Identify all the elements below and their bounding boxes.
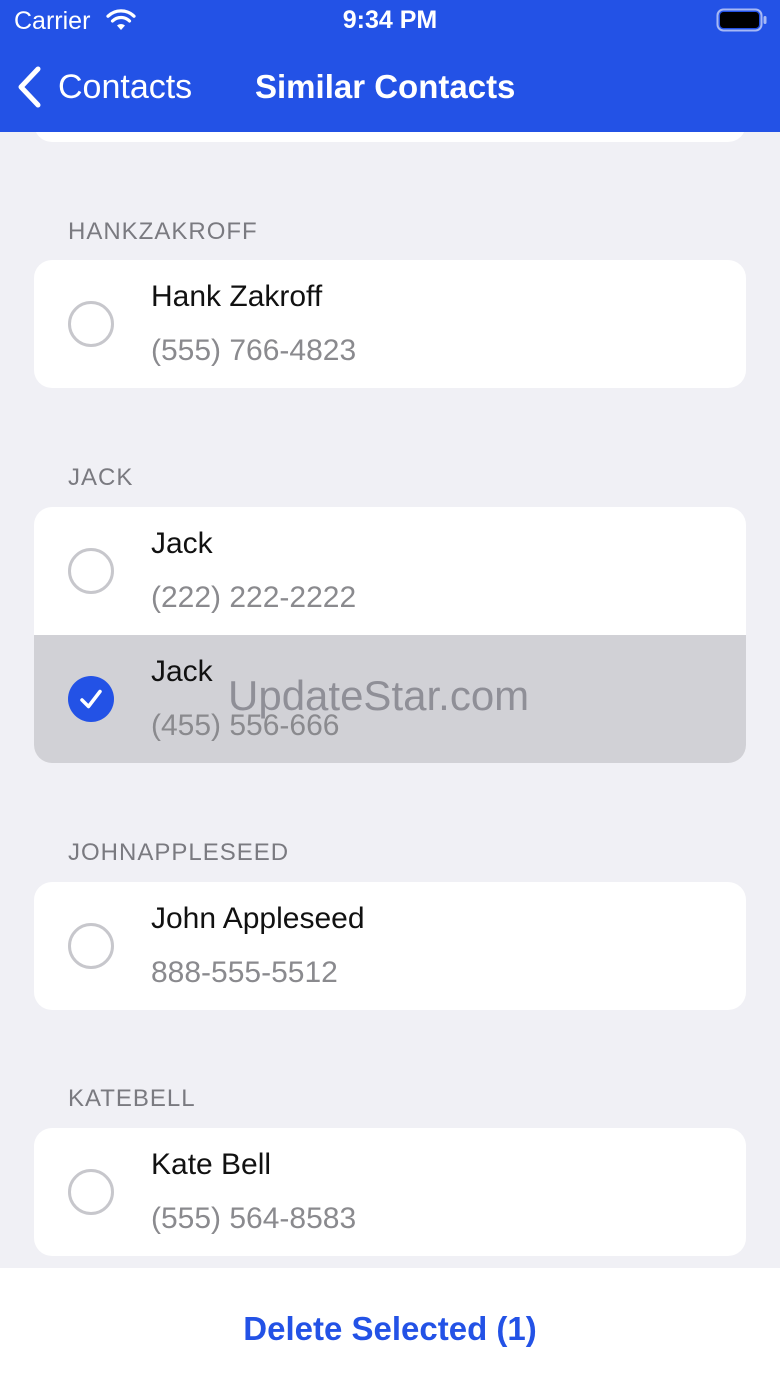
contact-name: John Appleseed [151, 902, 365, 935]
contact-phone: (555) 766-4823 [151, 334, 357, 367]
contact-group-card: Jack (222) 222-2222 Jack (455) 556-666 [34, 507, 746, 763]
similar-contacts-screen: Carrier 9:34 PM Contacts Similar Contact… [0, 0, 780, 1387]
back-button-label: Contacts [58, 67, 193, 106]
navigation-header: Carrier 9:34 PM Contacts Similar Contact… [0, 0, 780, 132]
unselected-radio-icon[interactable] [68, 548, 114, 594]
contact-name: Hank Zakroff [151, 280, 323, 313]
footer-toolbar: Delete Selected (1) [0, 1268, 780, 1387]
contact-row-selected[interactable]: Jack (455) 556-666 [34, 635, 746, 763]
checkmark-icon [80, 689, 102, 709]
status-time: 9:34 PM [342, 6, 438, 34]
contacts-list[interactable]: HANKZAKROFF Hank Zakroff (555) 766-4823 … [0, 132, 780, 1268]
checkmark-radio-icon[interactable] [68, 676, 114, 722]
unselected-radio-icon[interactable] [68, 1169, 114, 1215]
section-header: KATEBELL [68, 1085, 196, 1112]
status-bar: Carrier 9:34 PM [0, 0, 780, 44]
contact-row[interactable]: Hank Zakroff (555) 766-4823 [34, 260, 746, 388]
back-button[interactable]: Contacts [14, 62, 192, 112]
contact-phone: 888-555-5512 [151, 956, 338, 989]
contact-phone: (222) 222-2222 [151, 581, 357, 614]
contact-name: Kate Bell [151, 1148, 272, 1181]
section-header: JACK [68, 464, 134, 491]
battery-icon [716, 8, 767, 32]
section-header: HANKZAKROFF [68, 218, 258, 245]
previous-card-edge [34, 132, 746, 142]
contact-row[interactable]: Kate Bell (555) 564-8583 [34, 1128, 746, 1256]
unselected-radio-icon[interactable] [68, 301, 114, 347]
contact-name: Jack [151, 655, 213, 688]
delete-selected-button[interactable]: Delete Selected (1) [0, 1260, 780, 1387]
page-title: Similar Contacts [255, 68, 516, 105]
chevron-left-icon [18, 66, 41, 108]
section-header: JOHNAPPLESEED [68, 839, 290, 866]
contact-row[interactable]: Jack (222) 222-2222 [34, 507, 746, 635]
contact-name: Jack [151, 527, 213, 560]
contact-group-card: Kate Bell (555) 564-8583 [34, 1128, 746, 1256]
contact-phone: (455) 556-666 [151, 709, 340, 742]
contact-group-card: Hank Zakroff (555) 766-4823 [34, 260, 746, 388]
unselected-radio-icon[interactable] [68, 923, 114, 969]
contact-group-card: John Appleseed 888-555-5512 [34, 882, 746, 1010]
contact-phone: (555) 564-8583 [151, 1202, 357, 1235]
contact-row[interactable]: John Appleseed 888-555-5512 [34, 882, 746, 1010]
